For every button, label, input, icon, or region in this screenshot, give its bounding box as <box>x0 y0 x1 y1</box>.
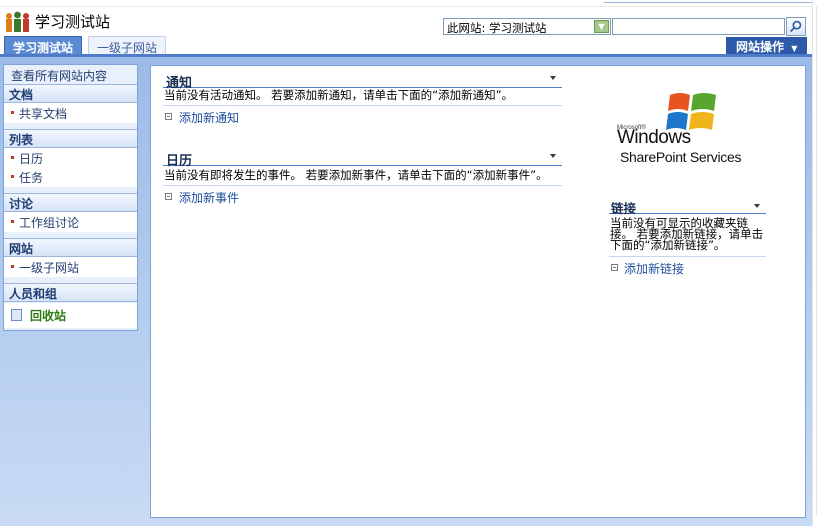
site-logo-icon <box>6 11 29 32</box>
bullet-icon <box>11 220 14 223</box>
webpart-empty-message: 当前没有活动通知。 若要添加新通知，请单击下面的“添加新通知”。 <box>163 88 562 106</box>
view-all-site-content-link[interactable]: 查看所有网站内容 <box>4 67 137 84</box>
ql-item-subsite[interactable]: 一级子网站 <box>4 257 137 277</box>
search-button[interactable] <box>786 17 806 36</box>
top-strip <box>0 0 834 7</box>
add-announcement-link[interactable]: 添加新通知 <box>163 106 562 125</box>
ql-item-label: 任务 <box>19 171 44 185</box>
chevron-down-icon[interactable] <box>550 154 556 158</box>
scroll-gutter-line <box>816 6 830 516</box>
main-content: 通知 当前没有活动通知。 若要添加新通知，请单击下面的“添加新通知”。 添加新通… <box>150 65 806 518</box>
webpart-empty-message: 当前没有可显示的收藏夹链接。 若要添加新链接，请单击下面的“添加新链接”。 <box>609 214 766 257</box>
calendar-webpart: 日历 当前没有即将发生的事件。 若要添加新事件，请单击下面的“添加新事件”。 添… <box>163 144 562 205</box>
links-webpart: 链接 当前没有可显示的收藏夹链接。 若要添加新链接，请单击下面的“添加新链接”。… <box>609 194 766 276</box>
chevron-down-icon: ▼ <box>791 44 798 53</box>
ql-item-label: 工作组讨论 <box>19 216 80 230</box>
sharepoint-logo: Microsoft® Windows SharePoint Services <box>617 89 767 169</box>
windows-wordmark: Windows <box>617 127 691 148</box>
search-scope-select[interactable]: 此网站: 学习测试站 ▼ <box>443 18 611 35</box>
webpart-title-text: 日历 <box>166 154 193 169</box>
ql-item-tasks[interactable]: 任务 <box>4 167 137 187</box>
ql-item-calendar[interactable]: 日历 <box>4 148 137 168</box>
add-link-label: 添加新事件 <box>179 191 240 205</box>
announcements-webpart: 通知 当前没有活动通知。 若要添加新通知，请单击下面的“添加新通知”。 添加新通… <box>163 66 562 125</box>
site-actions-menu[interactable]: 网站操作 ▼ <box>726 37 807 55</box>
webpart-empty-message: 当前没有即将发生的事件。 若要添加新事件，请单击下面的“添加新事件”。 <box>163 166 562 186</box>
site-header: 学习测试站 此网站: 学习测试站 ▼ <box>0 7 834 37</box>
chevron-down-icon[interactable] <box>550 76 556 80</box>
ql-item-team-discussion[interactable]: 工作组讨论 <box>4 212 137 232</box>
chevron-down-icon[interactable] <box>754 204 760 208</box>
ql-item-label: 日历 <box>19 152 44 166</box>
bullet-icon <box>11 175 14 178</box>
webpart-title-text: 链接 <box>611 201 637 216</box>
bullet-icon <box>11 156 14 159</box>
webpart-title[interactable]: 日历 <box>163 144 562 169</box>
add-item-icon <box>165 113 172 120</box>
search-scope-label: 此网站: 学习测试站 <box>447 21 547 35</box>
tab-home[interactable]: 学习测试站 <box>4 36 83 55</box>
ql-heading-lists[interactable]: 列表 <box>4 129 137 148</box>
webpart-title-text: 通知 <box>166 76 193 91</box>
ql-heading-sites[interactable]: 网站 <box>4 238 137 257</box>
add-event-link[interactable]: 添加新事件 <box>163 186 562 205</box>
add-item-icon <box>165 193 172 200</box>
ql-heading-discussions[interactable]: 讨论 <box>4 193 137 212</box>
ql-item-label: 共享文档 <box>19 107 68 121</box>
webpart-title[interactable]: 链接 <box>609 194 766 216</box>
add-link-link[interactable]: 添加新链接 <box>609 257 766 276</box>
site-actions-label: 网站操作 <box>736 40 785 54</box>
add-link-label: 添加新链接 <box>624 262 685 276</box>
recycle-bin-link[interactable]: 回收站 <box>4 303 137 328</box>
add-item-icon <box>611 264 618 271</box>
recycle-bin-label: 回收站 <box>30 309 67 323</box>
top-strip-segment <box>604 0 834 3</box>
sharepoint-wordmark: SharePoint Services <box>620 149 742 165</box>
bullet-icon <box>11 111 14 114</box>
add-link-label: 添加新通知 <box>179 111 240 125</box>
bullet-icon <box>11 265 14 268</box>
site-title[interactable]: 学习测试站 <box>35 11 110 32</box>
ql-item-shared-documents[interactable]: 共享文档 <box>4 103 137 123</box>
webpart-title[interactable]: 通知 <box>163 66 562 91</box>
tab-subsite[interactable]: 一级子网站 <box>88 36 167 55</box>
recycle-bin-icon <box>11 309 22 321</box>
ql-heading-documents[interactable]: 文档 <box>4 84 137 103</box>
search-input[interactable] <box>612 18 785 35</box>
window-scroll-gutter <box>812 0 834 526</box>
quick-launch: 查看所有网站内容 文档 共享文档 列表 日历 任务 讨论 工作组讨论 网站 一级… <box>3 64 138 331</box>
search-icon <box>789 20 802 33</box>
ql-item-label: 一级子网站 <box>19 261 80 275</box>
ql-heading-people-groups[interactable]: 人员和组 <box>4 283 137 302</box>
chevron-down-icon[interactable]: ▼ <box>594 20 609 33</box>
